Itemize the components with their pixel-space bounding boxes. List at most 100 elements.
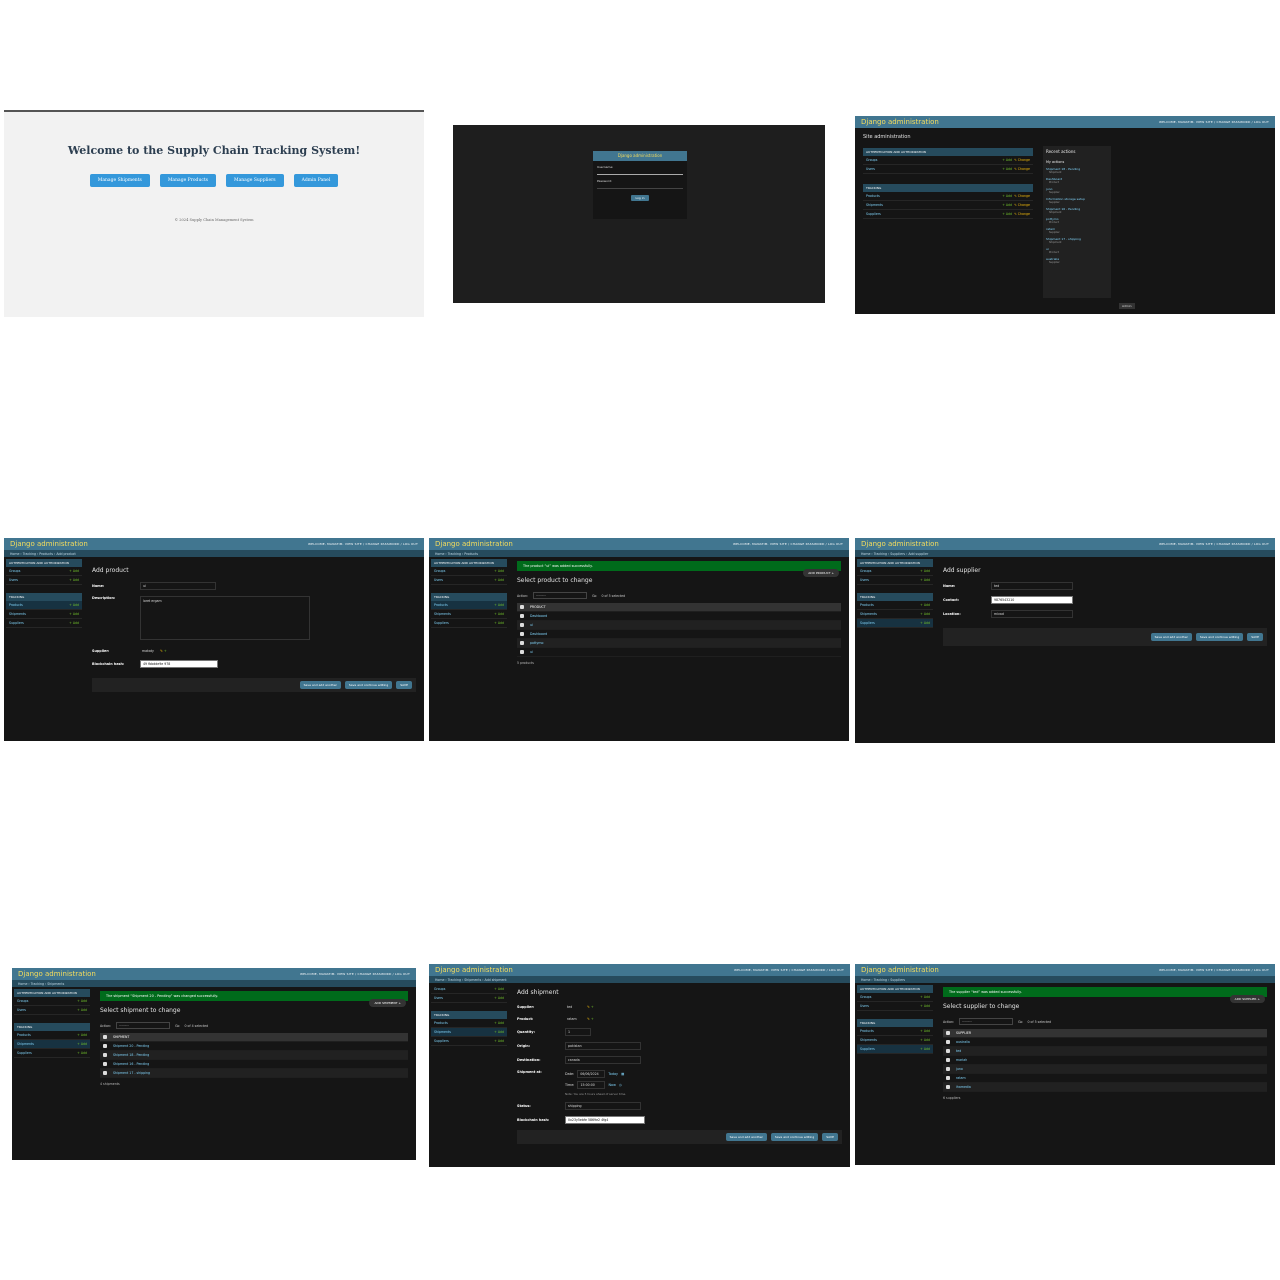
admin-brand[interactable]: Django administration	[861, 118, 939, 126]
save-button[interactable]: SAVE	[822, 1133, 838, 1141]
sidebar-item-label[interactable]: Products	[9, 603, 23, 607]
add-product-button[interactable]: ADD PRODUCT +	[803, 569, 839, 577]
add-supplier-button[interactable]: ADD SUPPLIER +	[1229, 995, 1265, 1003]
sidebar-item-label[interactable]: Products	[434, 603, 448, 607]
sidebar-add-link[interactable]: + Add	[69, 578, 79, 582]
row-checkbox[interactable]	[946, 1040, 950, 1044]
sidebar-item-products[interactable]: Products + Add	[14, 1031, 90, 1040]
go-button[interactable]: Go	[1018, 1020, 1022, 1024]
sidebar-item-label[interactable]: Users	[9, 578, 18, 582]
shipments-change-link[interactable]: ✎ Change	[1014, 203, 1030, 207]
sidebar-item-products[interactable]: Products + Add	[431, 601, 507, 610]
sidebar-item-shipments[interactable]: Shipments + Add	[431, 1028, 507, 1037]
suppliers-add-link[interactable]: + Add	[1002, 212, 1012, 216]
time-input[interactable]: 15:00:00	[577, 1081, 606, 1089]
sidebar-item-label[interactable]: Groups	[434, 569, 445, 573]
column-header[interactable]: SHIPMENT	[113, 1035, 129, 1039]
sidebar-add-link[interactable]: + Add	[494, 987, 504, 991]
users-link[interactable]: Users	[866, 167, 875, 171]
sidebar-item-groups[interactable]: Groups + Add	[14, 997, 90, 1006]
tracking-caption[interactable]: TRACKING	[431, 593, 507, 601]
row-link[interactable]: Shipment 20 - Pending	[113, 1044, 149, 1048]
sidebar-item-users[interactable]: Users + Add	[431, 576, 507, 585]
sidebar-item-products[interactable]: Products + Add	[6, 601, 82, 610]
column-header[interactable]: PRODUCT	[530, 605, 546, 609]
sidebar-item-label[interactable]: Products	[860, 603, 874, 607]
add-product-icon[interactable]: +	[591, 1017, 594, 1021]
auth-caption[interactable]: AUTHENTICATION AND AUTHORIZATION	[431, 559, 507, 567]
sidebar-add-link[interactable]: + Add	[77, 1008, 87, 1012]
admin-footer-button[interactable]: Admin	[1119, 303, 1135, 309]
breadcrumb[interactable]: Home › Tracking › Products	[429, 550, 849, 557]
row-link[interactable]: Shipment 16 - Pending	[113, 1062, 149, 1066]
action-select[interactable]: ---------	[116, 1022, 171, 1029]
sidebar-add-link[interactable]: + Add	[494, 1030, 504, 1034]
sidebar-add-link[interactable]: + Add	[69, 603, 79, 607]
sidebar-item-label[interactable]: Products	[434, 1021, 448, 1025]
sidebar-item-shipments[interactable]: Shipments + Add	[857, 610, 933, 619]
tracking-caption[interactable]: TRACKING	[431, 1011, 507, 1019]
password-input[interactable]	[597, 184, 683, 189]
row-link[interactable]: pottymo	[530, 641, 543, 645]
sidebar-item-label[interactable]: Groups	[860, 569, 871, 573]
sidebar-add-link[interactable]: + Add	[920, 578, 930, 582]
sidebar-add-link[interactable]: + Add	[920, 1004, 930, 1008]
sidebar-item-label[interactable]: Suppliers	[9, 621, 24, 625]
shipments-link[interactable]: Shipments	[866, 203, 883, 207]
sidebar-item-label[interactable]: Users	[434, 996, 443, 1000]
sidebar-item-products[interactable]: Products + Add	[431, 1019, 507, 1028]
groups-change-link[interactable]: ✎ Change	[1014, 158, 1030, 162]
sidebar-item-label[interactable]: Groups	[434, 987, 445, 991]
groups-add-link[interactable]: + Add	[1002, 158, 1012, 162]
shipments-add-link[interactable]: + Add	[1002, 203, 1012, 207]
sidebar-item-label[interactable]: Suppliers	[17, 1051, 32, 1055]
users-add-link[interactable]: + Add	[1002, 167, 1012, 171]
breadcrumb[interactable]: Home › Tracking › Products › Add product	[4, 550, 424, 557]
sidebar-item-shipments[interactable]: Shipments + Add	[6, 610, 82, 619]
sidebar-add-link[interactable]: + Add	[77, 1051, 87, 1055]
tracking-caption[interactable]: TRACKING	[14, 1023, 90, 1031]
description-textarea[interactable]: loret ergam	[140, 596, 310, 640]
sidebar-item-users[interactable]: Users + Add	[857, 1002, 933, 1011]
row-link[interactable]: Shipment 18 - Pending	[113, 1053, 149, 1057]
breadcrumb[interactable]: Home › Tracking › Shipments	[12, 980, 416, 987]
sidebar-item-label[interactable]: Suppliers	[860, 621, 875, 625]
sidebar-item-users[interactable]: Users + Add	[14, 1006, 90, 1015]
go-button[interactable]: Go	[175, 1024, 179, 1028]
sidebar-item-label[interactable]: Shipments	[434, 612, 451, 616]
suppliers-change-link[interactable]: ✎ Change	[1014, 212, 1030, 216]
auth-caption[interactable]: AUTHENTICATION AND AUTHORIZATION	[857, 559, 933, 567]
sidebar-add-link[interactable]: + Add	[920, 1047, 930, 1051]
sidebar-add-link[interactable]: + Add	[920, 569, 930, 573]
sidebar-add-link[interactable]: + Add	[494, 603, 504, 607]
select-all-checkbox[interactable]	[520, 605, 524, 609]
sidebar-item-products[interactable]: Products + Add	[857, 1027, 933, 1036]
sidebar-add-link[interactable]: + Add	[77, 1033, 87, 1037]
sidebar-item-label[interactable]: Products	[860, 1029, 874, 1033]
products-add-link[interactable]: + Add	[1002, 194, 1012, 198]
add-supplier-icon[interactable]: +	[164, 649, 167, 653]
name-input[interactable]: ui	[140, 582, 216, 590]
change-supplier-icon[interactable]: ✎	[587, 1005, 590, 1009]
sidebar-item-label[interactable]: Groups	[17, 999, 28, 1003]
users-change-link[interactable]: ✎ Change	[1014, 167, 1030, 171]
tracking-caption[interactable]: TRACKING	[6, 593, 82, 601]
row-checkbox[interactable]	[946, 1049, 950, 1053]
sidebar-add-link[interactable]: + Add	[69, 621, 79, 625]
sidebar-add-link[interactable]: + Add	[494, 578, 504, 582]
sidebar-item-shipments[interactable]: Shipments + Add	[857, 1036, 933, 1045]
breadcrumb[interactable]: Home › Tracking › Suppliers	[855, 976, 1275, 983]
row-link[interactable]: mariah	[956, 1058, 967, 1062]
suppliers-link[interactable]: Suppliers	[866, 212, 881, 216]
manage-products-button[interactable]: Manage Products	[159, 174, 216, 187]
sidebar-item-suppliers[interactable]: Suppliers + Add	[431, 619, 507, 628]
sidebar-add-link[interactable]: + Add	[494, 1039, 504, 1043]
sidebar-item-label[interactable]: Suppliers	[434, 1039, 449, 1043]
sidebar-item-label[interactable]: Products	[17, 1033, 31, 1037]
admin-brand[interactable]: Django administration	[435, 540, 513, 548]
row-checkbox[interactable]	[946, 1085, 950, 1089]
change-product-icon[interactable]: ✎	[587, 1017, 590, 1021]
supplier-select[interactable]: makaty	[140, 648, 160, 654]
sidebar-item-label[interactable]: Groups	[860, 995, 871, 999]
sidebar-add-link[interactable]: + Add	[920, 612, 930, 616]
